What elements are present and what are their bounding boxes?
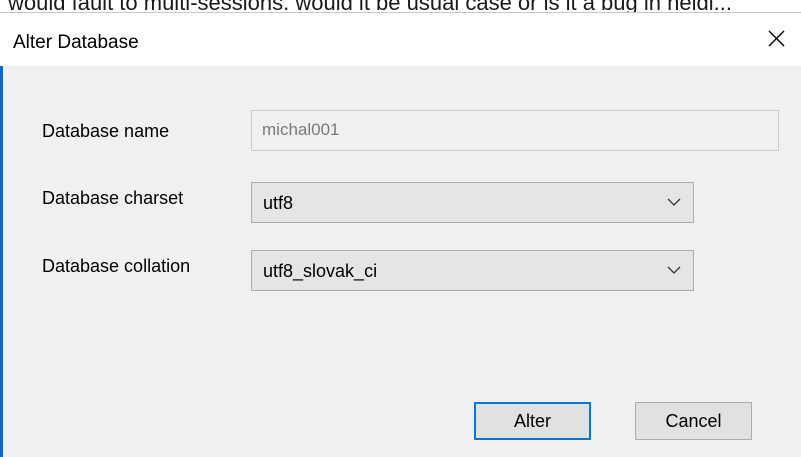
- chevron-down-icon: [667, 266, 681, 274]
- database-collation-value: utf8_slovak_ci: [263, 261, 378, 281]
- database-name-value: michal001: [262, 120, 340, 139]
- database-charset-value: utf8: [263, 193, 294, 213]
- database-collation-label: Database collation: [42, 256, 191, 276]
- database-name-label: Database name: [42, 121, 170, 141]
- cancel-button[interactable]: Cancel: [635, 402, 752, 440]
- dialog-titlebar: Alter Database: [0, 13, 801, 66]
- window-edge-accent: [0, 66, 3, 457]
- alter-button[interactable]: Alter: [474, 402, 591, 440]
- close-button[interactable]: [757, 21, 797, 57]
- dialog-title: Alter Database: [13, 32, 139, 53]
- database-charset-select[interactable]: utf8: [251, 182, 694, 223]
- alter-database-dialog: Alter Database Database name michal001 D…: [0, 12, 801, 457]
- screen: would fault to multi-sessions. would it …: [0, 0, 801, 457]
- database-charset-label: Database charset: [42, 188, 184, 208]
- chevron-down-icon: [667, 198, 681, 206]
- database-collation-select[interactable]: utf8_slovak_ci: [251, 250, 694, 291]
- database-name-field: michal001: [251, 110, 779, 151]
- close-icon: [768, 30, 785, 47]
